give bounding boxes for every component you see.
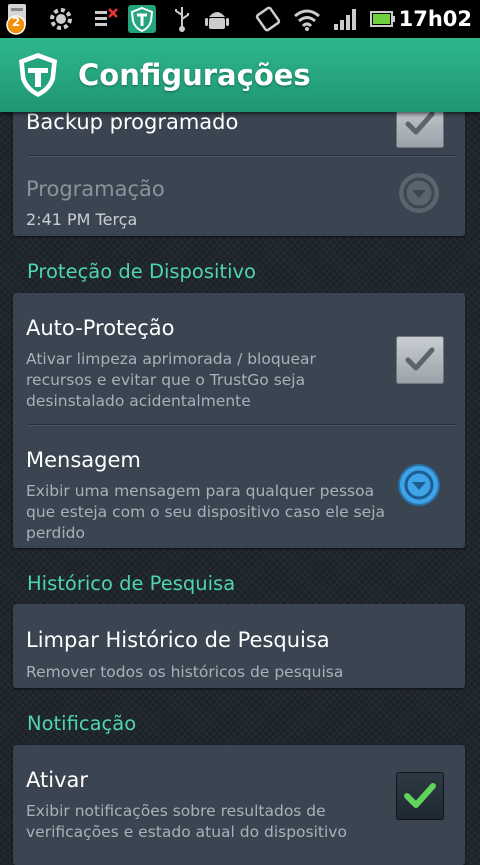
message-title: Mensagem (26, 448, 141, 472)
message-description: Exibir uma mensagem para qualquer pessoa… (26, 482, 386, 542)
notification-count: 2 (11, 15, 21, 29)
trustgo-shield-icon (14, 51, 62, 99)
device-protection-card: Auto-Proteção Ativar limpeza aprimorada … (13, 293, 465, 548)
notification-badge-icon: 2 (2, 0, 42, 38)
self-protection-checkbox[interactable] (396, 336, 444, 384)
activate-notification-title: Ativar (26, 768, 88, 792)
message-dropdown-icon[interactable] (397, 463, 441, 507)
wifi-icon (290, 0, 324, 38)
self-protection-row[interactable]: Auto-Proteção Ativar limpeza aprimorada … (13, 293, 465, 425)
schedule-row[interactable]: Programação 2:41 PM Terça (13, 158, 465, 236)
activate-notification-checkbox[interactable] (396, 772, 444, 820)
status-bar: 2 17h02 (0, 0, 480, 38)
divider (27, 155, 457, 157)
schedule-value: 2:41 PM Terça (26, 210, 138, 229)
settings-notification-icon (44, 0, 78, 38)
activate-notification-description: Exibir notificações sobre resultados de … (26, 802, 347, 841)
section-header-device-protection: Proteção de Dispositivo (27, 260, 256, 283)
schedule-dropdown-icon[interactable] (397, 171, 441, 215)
android-debug-icon (202, 0, 232, 38)
section-header-search-history: Histórico de Pesquisa (27, 572, 236, 595)
screen-rotate-icon (252, 0, 284, 38)
self-protection-description: Ativar limpeza aprimorada / bloquear rec… (26, 350, 316, 410)
clear-search-history-title: Limpar Histórico de Pesquisa (26, 628, 330, 652)
battery-icon (368, 0, 398, 38)
section-header-notification: Notificação (27, 712, 137, 735)
trustgo-icon (126, 0, 158, 38)
no-signal-icon (88, 0, 122, 38)
backup-settings-card: Backup programado Programação 2:41 PM Te… (13, 100, 465, 236)
usb-icon (168, 0, 196, 38)
message-row[interactable]: Mensagem Exibir uma mensagem para qualqu… (13, 426, 465, 548)
clear-search-history-description: Remover todos os históricos de pesquisa (26, 663, 344, 681)
search-history-card: Limpar Histórico de Pesquisa Remover tod… (13, 604, 465, 688)
page-title: Configurações (78, 58, 311, 92)
clear-search-history-row[interactable]: Limpar Histórico de Pesquisa Remover tod… (13, 604, 465, 688)
activate-notification-row[interactable]: Ativar Exibir notificações sobre resulta… (13, 745, 465, 865)
app-bar: Configurações (0, 38, 480, 112)
schedule-title: Programação (26, 177, 165, 201)
notification-card: Ativar Exibir notificações sobre resulta… (13, 745, 465, 865)
self-protection-title: Auto-Proteção (26, 316, 175, 340)
backup-schedule-title: Backup programado (26, 110, 239, 134)
signal-icon (330, 0, 360, 38)
status-time: 17h02 (398, 7, 472, 31)
